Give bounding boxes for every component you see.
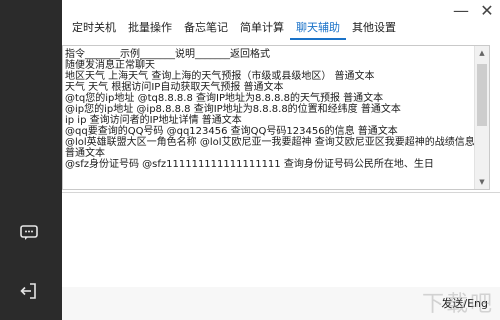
window-controls: — ✕ [448,0,500,20]
log-line: @qq要查询的QQ号码 @qq123456 查询QQ号码123456的信息 普通… [65,126,398,137]
scrollbar-thumb[interactable] [477,64,487,126]
log-line: @sfz身份证号码 @sfz111111111111111111 查询身份证号码… [65,159,434,170]
sidebar [0,0,62,320]
logout-icon[interactable] [17,279,41,303]
log-line: 地区天气 上海天气 查询上海的天气预报（市级或县级地区） 普通文本 [65,71,375,82]
log-line: @tq您的ip地址 @tq8.8.8.8 查询IP地址为8.8.8.8的天气预报… [65,93,384,104]
minimize-button[interactable]: — [448,0,474,20]
chat-bubble-icon[interactable] [17,221,41,245]
tab-batch-operation[interactable]: 批量操作 [122,18,178,38]
chat-log-area[interactable]: 指令_______示例_______说明_______返回格式 随便发消息正常聊… [62,45,490,190]
scroll-down-icon[interactable]: ▼ [475,175,489,189]
vertical-scrollbar[interactable]: ▲ ▼ [474,46,489,189]
log-line: 随便发消息正常聊天 [65,60,155,71]
log-line: ip ip 查询访问者的IP地址详情 普通文本 [65,115,242,126]
log-line: @lol英雄联盟大区一角色名称 @lol艾欧尼亚一我要超神 查询艾欧尼亚区我要超… [65,137,475,159]
log-line: @ip您的ip地址 @ip8.8.8.8 查询IP地址为8.8.8.8的位置和经… [65,104,401,115]
log-line: 天气 天气 根据访问IP自动获取天气预报 普通文本 [65,82,284,93]
log-line: 指令_______示例_______说明_______返回格式 [65,49,270,60]
tab-other-settings[interactable]: 其他设置 [346,18,402,38]
close-button[interactable]: ✕ [474,0,500,20]
tab-bar: 定时关机 批量操作 备忘笔记 简单计算 聊天辅助 其他设置 [66,18,402,40]
scroll-up-icon[interactable]: ▲ [475,46,489,60]
message-input[interactable] [62,193,500,285]
tab-memo-notes[interactable]: 备忘笔记 [178,18,234,38]
tab-chat-assist[interactable]: 聊天辅助 [290,18,346,40]
watermark-logo: 下载吧 [421,292,494,317]
tab-simple-calculator[interactable]: 简单计算 [234,18,290,38]
chat-log-text: 指令_______示例_______说明_______返回格式 随便发消息正常聊… [63,46,477,170]
tab-scheduled-shutdown[interactable]: 定时关机 [66,18,122,38]
